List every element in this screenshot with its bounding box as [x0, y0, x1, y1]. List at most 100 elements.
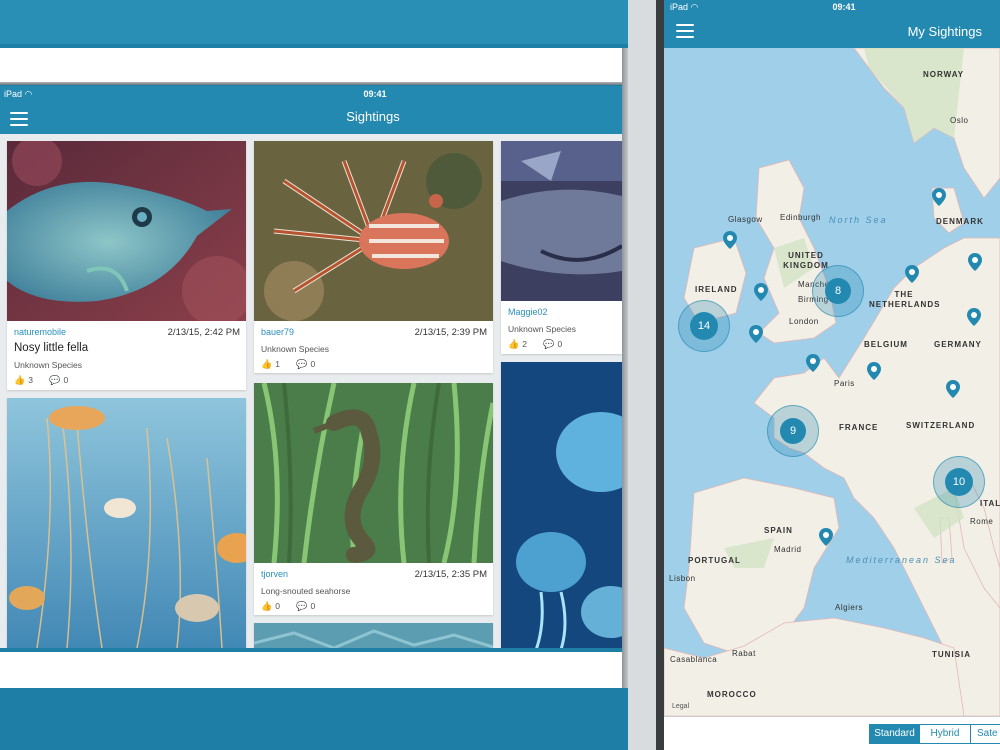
map-label: SPAIN	[764, 526, 793, 535]
card-username[interactable]: tjorven	[261, 569, 288, 579]
map-pin-icon[interactable]	[967, 308, 981, 326]
sighting-photo[interactable]	[254, 383, 493, 563]
comment-count: 0	[63, 375, 69, 385]
card-timestamp: 2/13/15, 2:39 PM	[414, 327, 487, 338]
map-label: DENMARK	[936, 217, 984, 226]
map-label: Lisbon	[669, 574, 696, 583]
map-pin-icon[interactable]	[932, 188, 946, 206]
map-label: FRANCE	[839, 423, 879, 432]
card-stats: 👍 0 💬 0	[261, 601, 315, 612]
card-species: Unknown Species	[261, 344, 330, 354]
cluster-count: 8	[825, 278, 851, 304]
sightings-map[interactable]: NORWAY DENMARK UNITED KINGDOM IRELAND TH…	[664, 48, 1000, 716]
speech-bubble-icon[interactable]: 💬	[49, 375, 60, 385]
my-sightings-screen: iPad ◠ 09:41 My Sightings NORWAY DENMARK…	[664, 0, 1000, 750]
map-label: Casablanca	[670, 655, 718, 664]
sighting-photo[interactable]	[7, 398, 246, 648]
sighting-card[interactable]	[254, 623, 493, 648]
map-pin-icon[interactable]	[723, 231, 737, 249]
left-device-bottom-bezel	[0, 690, 628, 750]
map-pin-icon[interactable]	[946, 380, 960, 398]
card-species: Unknown Species	[508, 324, 577, 334]
map-pin-icon[interactable]	[754, 283, 768, 301]
map-label: Rome	[970, 517, 994, 526]
comment-count: 0	[310, 601, 316, 611]
map-label: Rabat	[732, 649, 756, 658]
speech-bubble-icon[interactable]: 💬	[543, 339, 554, 349]
map-pin-icon[interactable]	[867, 362, 881, 380]
nav-title: Sightings	[346, 109, 400, 124]
sighting-photo[interactable]	[501, 141, 622, 301]
map-type-standard[interactable]: Standard	[869, 724, 920, 744]
sighting-card[interactable]	[501, 362, 622, 648]
nav-bar: My Sightings	[664, 14, 1000, 48]
status-time: 09:41	[363, 89, 387, 99]
map-label: ITAL	[980, 499, 1000, 508]
map-legal-link[interactable]: Legal	[672, 703, 689, 710]
sighting-photo[interactable]	[501, 362, 622, 648]
stage: iPad ◠ 09:41 Sightings naturemobile 2/13…	[0, 0, 1000, 750]
hamburger-icon[interactable]	[676, 24, 694, 38]
sighting-photo[interactable]	[7, 141, 246, 321]
map-pin-icon[interactable]	[806, 354, 820, 372]
speech-bubble-icon[interactable]: 💬	[296, 601, 307, 611]
nav-bar: Sightings	[0, 102, 622, 134]
thumbs-up-icon[interactable]: 👍	[261, 601, 272, 611]
status-bar: iPad ◠ 09:41	[664, 0, 1000, 14]
map-type-hybrid[interactable]: Hybrid	[919, 724, 971, 744]
map-label: North Sea	[829, 215, 888, 225]
card-stats: 👍 2 💬 0	[508, 339, 562, 350]
map-label: Edinburgh	[780, 213, 821, 222]
cluster-count: 9	[780, 418, 806, 444]
nav-title: My Sightings	[907, 24, 982, 39]
cluster-count: 14	[690, 312, 718, 340]
left-device-lower-panel	[0, 652, 622, 688]
sighting-photo[interactable]	[254, 623, 493, 648]
like-count: 0	[275, 601, 280, 611]
like-count: 2	[522, 339, 527, 349]
cluster-count: 10	[945, 468, 973, 496]
thumbs-up-icon[interactable]: 👍	[508, 339, 519, 349]
map-label: IRELAND	[695, 285, 738, 294]
card-username[interactable]: Maggie02	[508, 307, 548, 317]
map-cluster[interactable]: 10	[933, 456, 985, 508]
map-label: Oslo	[950, 116, 969, 125]
card-username[interactable]: bauer79	[261, 327, 294, 337]
map-label: Paris	[834, 379, 855, 388]
map-label: BELGIUM	[864, 340, 908, 349]
map-label: THE NETHERLANDS	[869, 290, 941, 309]
card-stats: 👍 1 💬 0	[261, 359, 315, 370]
map-label: SWITZERLAND	[906, 421, 976, 430]
card-caption: Nosy little fella	[14, 342, 89, 354]
sighting-card[interactable]: Maggie02 Unknown Species 👍 2 💬 0	[501, 141, 622, 354]
card-username[interactable]: naturemobile	[14, 327, 66, 337]
map-label: Glasgow	[728, 215, 763, 224]
map-pin-icon[interactable]	[905, 265, 919, 283]
sighting-card[interactable]	[7, 398, 246, 648]
thumbs-up-icon[interactable]: 👍	[14, 375, 25, 385]
map-type-satellite[interactable]: Sate	[970, 724, 1000, 744]
map-label: PORTUGAL	[688, 556, 741, 565]
comment-count: 0	[310, 359, 316, 369]
map-pin-icon[interactable]	[968, 253, 982, 271]
map-cluster[interactable]: 14	[678, 300, 730, 352]
sighting-card[interactable]: naturemobile 2/13/15, 2:42 PM Nosy littl…	[7, 141, 246, 390]
map-label: Mediterranean Sea	[846, 555, 957, 565]
sighting-card[interactable]: bauer79 2/13/15, 2:39 PM Unknown Species…	[254, 141, 493, 373]
map-label: Madrid	[774, 545, 802, 554]
map-cluster[interactable]: 9	[767, 405, 819, 457]
left-device-top-bezel	[0, 0, 628, 44]
speech-bubble-icon[interactable]: 💬	[296, 359, 307, 369]
status-bar: iPad ◠ 09:41	[0, 86, 622, 102]
comment-count: 0	[557, 339, 563, 349]
map-pin-icon[interactable]	[749, 325, 763, 343]
like-count: 1	[275, 359, 280, 369]
map-type-bar: Standard Hybrid Sate	[664, 716, 1000, 750]
sighting-photo[interactable]	[254, 141, 493, 321]
map-cluster[interactable]: 8	[812, 265, 864, 317]
card-stats: 👍 3 💬 0	[14, 375, 68, 386]
sighting-card[interactable]: tjorven 2/13/15, 2:35 PM Long-snouted se…	[254, 383, 493, 615]
thumbs-up-icon[interactable]: 👍	[261, 359, 272, 369]
map-pin-icon[interactable]	[819, 528, 833, 546]
left-device: iPad ◠ 09:41 Sightings naturemobile 2/13…	[0, 0, 628, 750]
